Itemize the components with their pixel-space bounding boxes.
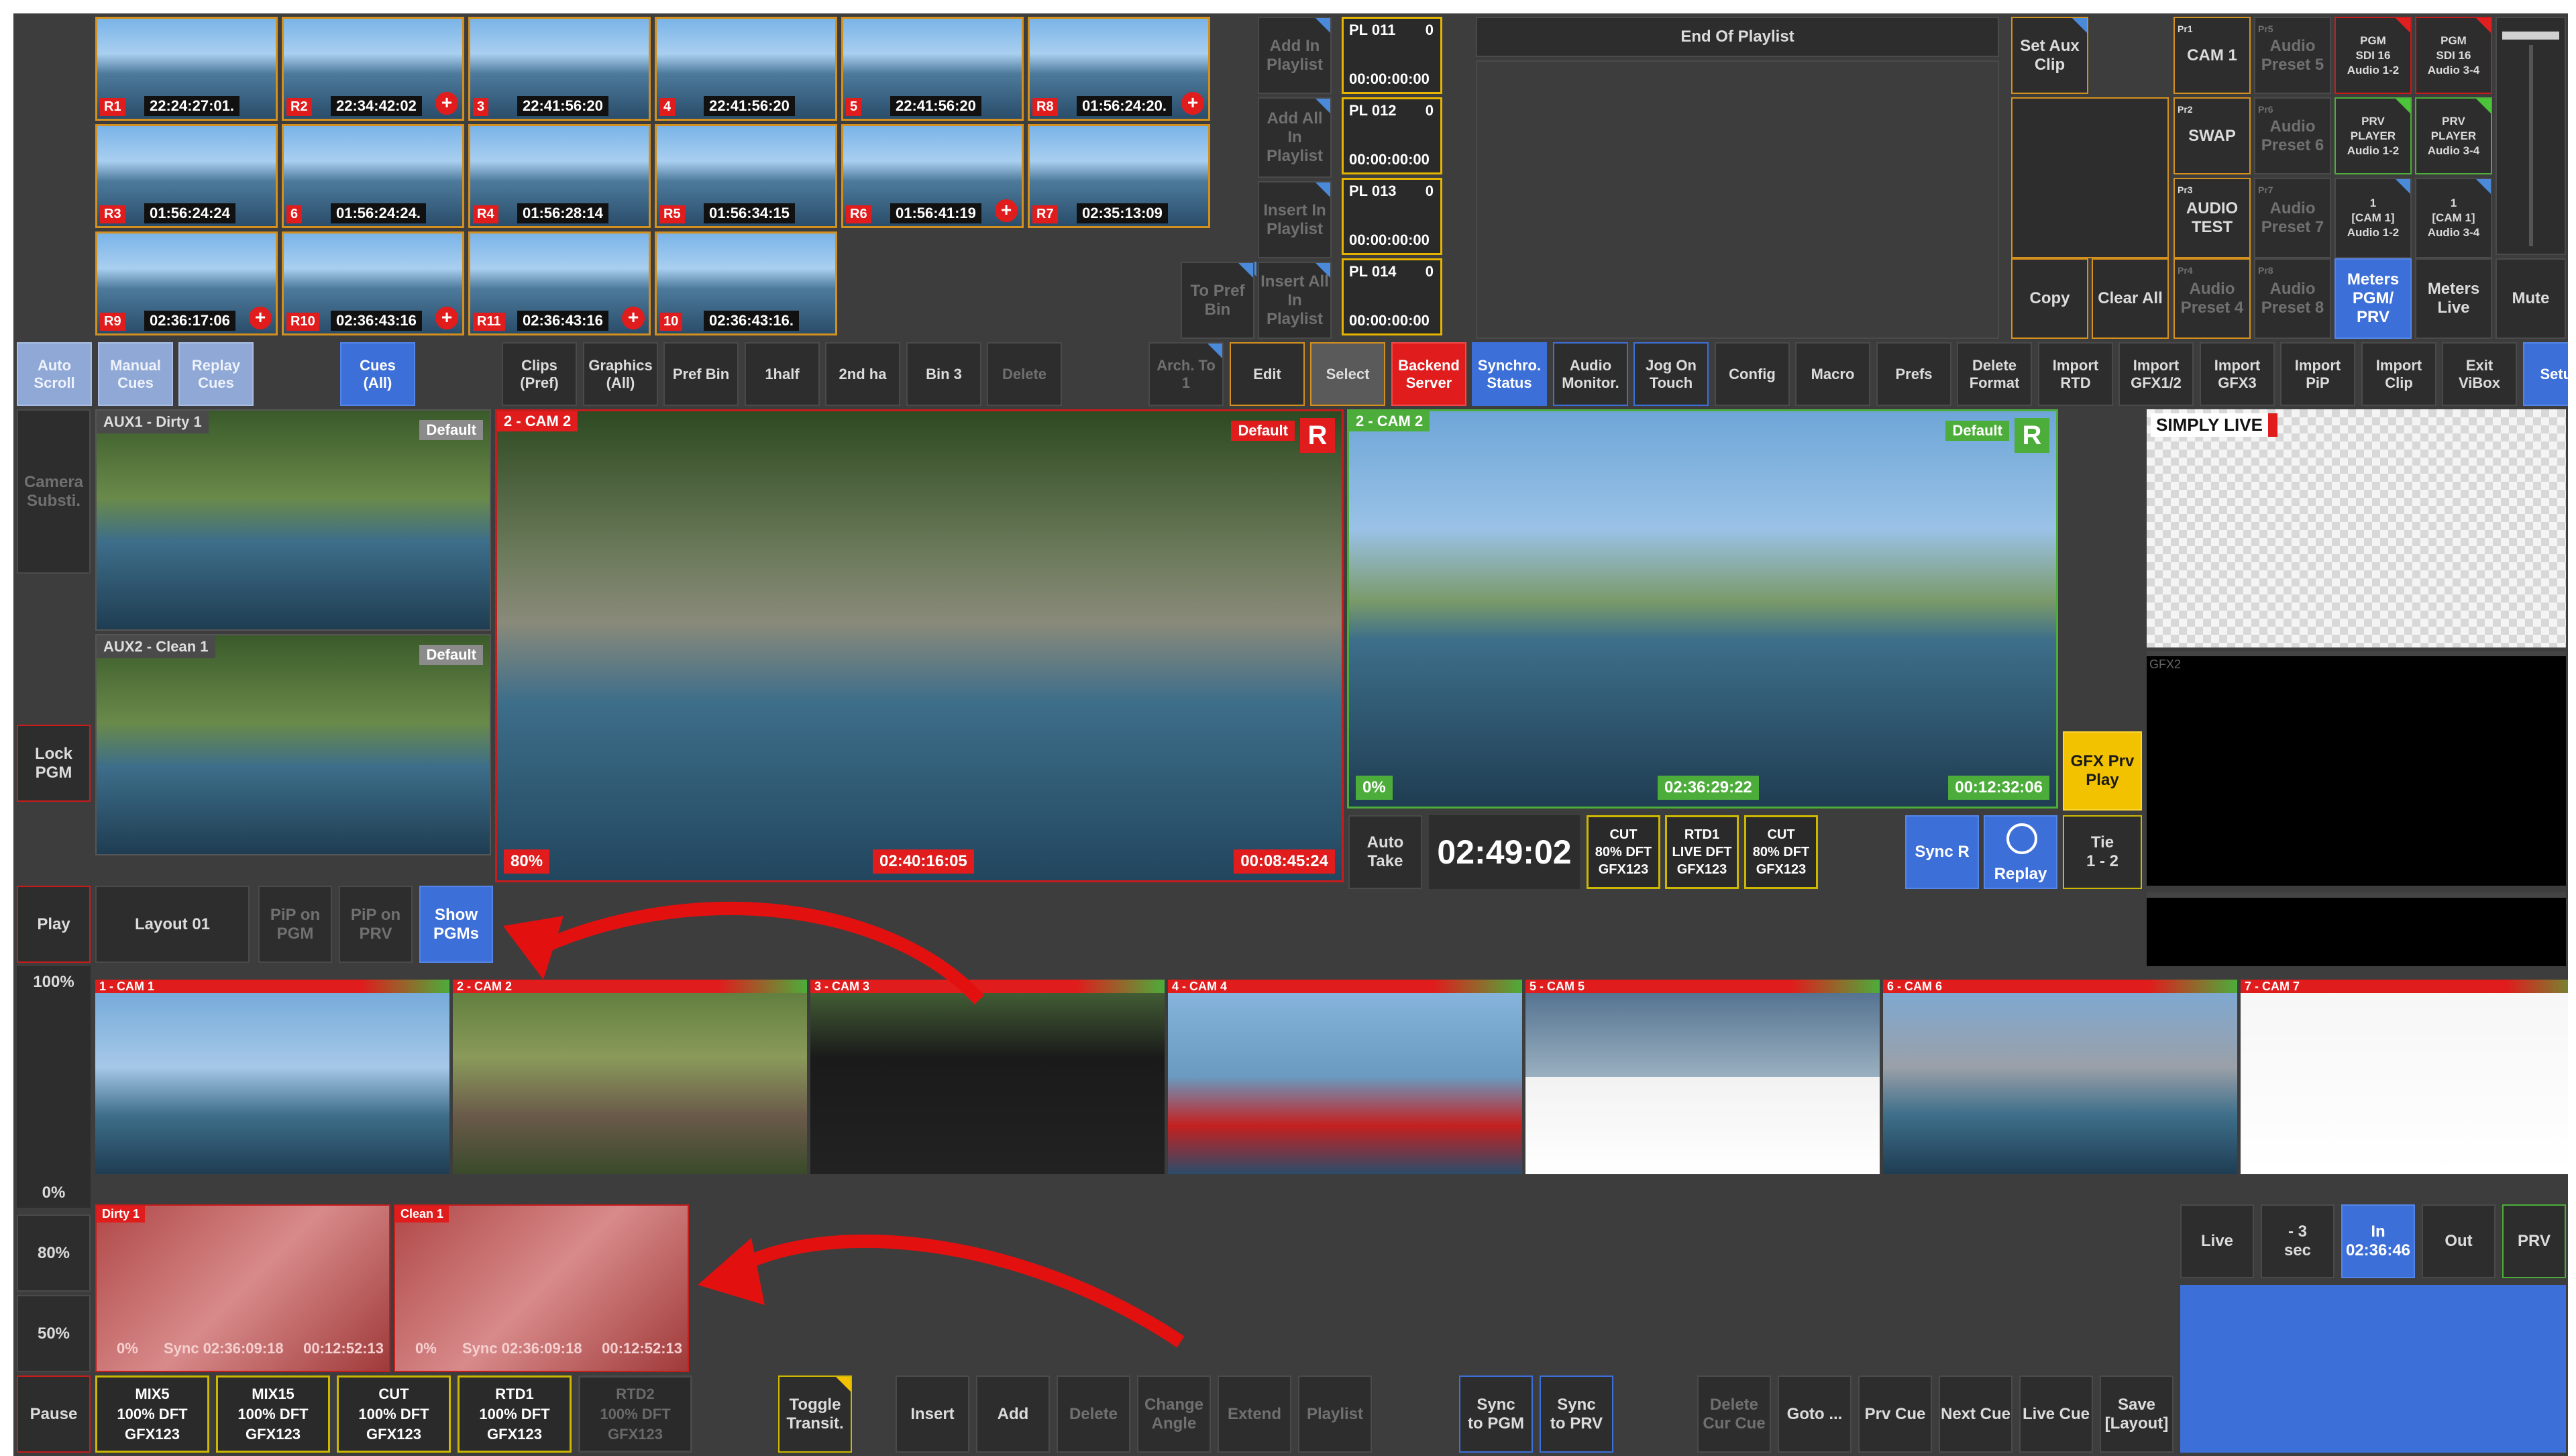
arrow-to-dirty-clean — [720, 1234, 1185, 1348]
arrow-to-show-pgms — [527, 901, 985, 1004]
vibox-interface: R1 22:24:27:01. R2 22:34:42:02 +3 22:41:56:20… — [13, 13, 2568, 1456]
arrow-head-2 — [698, 1238, 765, 1305]
annotation-arrows — [503, 901, 1185, 1348]
